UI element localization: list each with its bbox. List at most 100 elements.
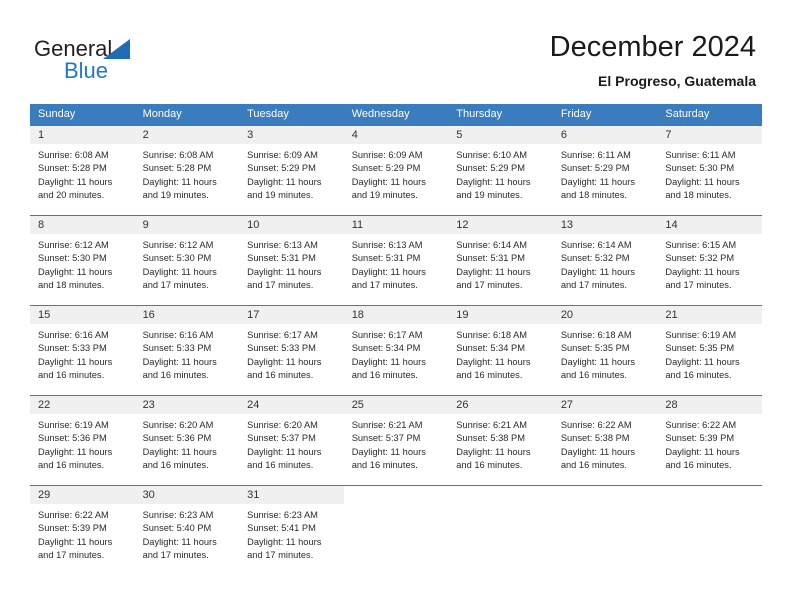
day-details: Sunrise: 6:11 AM Sunset: 5:30 PM Daylight:…	[657, 144, 762, 203]
calendar-week-row: 29 Sunrise: 6:22 AM Sunset: 5:39 PM Dayligh…	[30, 484, 762, 575]
calendar-day-cell[interactable]: 20 Sunrise: 6:18 AM Sunset: 5:35 PM Dayligh…	[552, 304, 658, 395]
day-details: Sunrise: 6:20 AM Sunset: 5:36 PM Daylight:…	[135, 414, 240, 473]
calendar-day-cell[interactable]: 10 Sunrise: 6:13 AM Sunset: 5:31 PM Dayligh…	[239, 214, 344, 305]
calendar-day-cell[interactable]: 3 Sunrise: 6:09 AM Sunset: 5:29 PM Daylight…	[239, 124, 344, 215]
day-number: 29	[30, 485, 135, 504]
day-details: Sunrise: 6:19 AM Sunset: 5:36 PM Daylight:…	[30, 414, 135, 473]
sunrise-text: Sunrise: 6:08 AM	[142, 149, 214, 160]
sunset-text: Sunset: 5:37 PM	[351, 433, 421, 443]
calendar-day-cell[interactable]: 6 Sunrise: 6:11 AM Sunset: 5:29 PM Daylight…	[552, 124, 658, 215]
sunrise-text: Sunrise: 6:14 AM	[456, 239, 528, 250]
day-details: Sunrise: 6:08 AM Sunset: 5:28 PM Daylight:…	[30, 144, 135, 203]
day-details: Sunrise: 6:18 AM Sunset: 5:34 PM Daylight:…	[448, 324, 553, 383]
sunset-text: Sunset: 5:36 PM	[142, 433, 212, 443]
day-number: 6	[552, 125, 658, 144]
sunset-text: Sunset: 5:40 PM	[142, 523, 212, 533]
calendar-day-cell[interactable]: 28 Sunrise: 6:22 AM Sunset: 5:39 PM Dayligh…	[657, 394, 762, 485]
calendar-day-cell[interactable]: 30 Sunrise: 6:23 AM Sunset: 5:40 PM Dayligh…	[134, 484, 240, 575]
day-details: Sunrise: 6:14 AM Sunset: 5:32 PM Daylight:…	[553, 234, 658, 293]
sunrise-text: Sunrise: 6:22 AM	[665, 419, 737, 430]
sunrise-text: Sunrise: 6:09 AM	[351, 149, 423, 160]
sunrise-text: Sunrise: 6:11 AM	[560, 149, 631, 160]
daylight-text-line1: Daylight: 11 hours	[38, 176, 113, 187]
calendar-day-cell[interactable]: 31 Sunrise: 6:23 AM Sunset: 5:41 PM Dayligh…	[239, 484, 344, 575]
calendar-day-cell[interactable]: 29 Sunrise: 6:22 AM Sunset: 5:39 PM Dayligh…	[30, 484, 135, 575]
daylight-text-line1: Daylight: 11 hours	[456, 356, 531, 367]
sunrise-text: Sunrise: 6:21 AM	[456, 419, 528, 430]
day-details: Sunrise: 6:14 AM Sunset: 5:31 PM Daylight:…	[448, 234, 553, 293]
calendar-week-row: 22 Sunrise: 6:19 AM Sunset: 5:36 PM Dayligh…	[30, 394, 762, 485]
daylight-text-line2: and 17 minutes.	[665, 280, 732, 290]
daylight-text-line2: and 16 minutes.	[247, 370, 314, 380]
day-details: Sunrise: 6:17 AM Sunset: 5:33 PM Daylight:…	[239, 324, 344, 383]
calendar-day-cell[interactable]: 19 Sunrise: 6:18 AM Sunset: 5:34 PM Dayligh…	[448, 304, 553, 395]
daylight-text-line2: and 18 minutes.	[38, 280, 105, 290]
day-number: 10	[239, 215, 344, 234]
sunset-text: Sunset: 5:29 PM	[560, 163, 630, 173]
daylight-text-line1: Daylight: 11 hours	[456, 176, 531, 187]
daylight-text-line1: Daylight: 11 hours	[665, 176, 740, 187]
day-number: 2	[134, 125, 240, 144]
calendar-day-cell[interactable]: 21 Sunrise: 6:19 AM Sunset: 5:35 PM Dayligh…	[657, 304, 762, 395]
daylight-text-line2: and 16 minutes.	[456, 370, 523, 380]
daylight-text-line1: Daylight: 11 hours	[247, 266, 322, 277]
daylight-text-line2: and 19 minutes.	[351, 190, 418, 200]
calendar-day-cell[interactable]: 16 Sunrise: 6:16 AM Sunset: 5:33 PM Dayligh…	[134, 304, 240, 395]
brand-logo[interactable]: General Blue	[34, 36, 214, 90]
day-number: 3	[239, 125, 344, 144]
sunrise-text: Sunrise: 6:12 AM	[142, 239, 214, 250]
calendar-empty-cell	[343, 484, 449, 575]
daylight-text-line2: and 16 minutes.	[560, 370, 627, 380]
calendar-day-cell[interactable]: 8 Sunrise: 6:12 AM Sunset: 5:30 PM Daylight…	[30, 214, 135, 305]
calendar-day-cell[interactable]: 17 Sunrise: 6:17 AM Sunset: 5:33 PM Dayligh…	[239, 304, 344, 395]
calendar-day-cell[interactable]: 18 Sunrise: 6:17 AM Sunset: 5:34 PM Dayligh…	[343, 304, 449, 395]
calendar-day-cell[interactable]: 11 Sunrise: 6:13 AM Sunset: 5:31 PM Dayligh…	[343, 214, 449, 305]
calendar-day-cell[interactable]: 2 Sunrise: 6:08 AM Sunset: 5:28 PM Daylight…	[134, 124, 240, 215]
daylight-text-line1: Daylight: 11 hours	[560, 446, 636, 457]
daylight-text-line2: and 16 minutes.	[351, 370, 418, 380]
sunrise-text: Sunrise: 6:15 AM	[665, 239, 737, 250]
daylight-text-line2: and 19 minutes.	[456, 190, 523, 200]
calendar-day-cell[interactable]: 5 Sunrise: 6:10 AM Sunset: 5:29 PM Daylight…	[448, 124, 553, 215]
sunset-text: Sunset: 5:29 PM	[351, 163, 421, 173]
sunrise-text: Sunrise: 6:16 AM	[38, 329, 109, 340]
calendar-day-cell[interactable]: 24 Sunrise: 6:20 AM Sunset: 5:37 PM Dayligh…	[239, 394, 344, 485]
day-details: Sunrise: 6:16 AM Sunset: 5:33 PM Daylight:…	[135, 324, 240, 383]
calendar-day-cell[interactable]: 9 Sunrise: 6:12 AM Sunset: 5:30 PM Daylight…	[134, 214, 240, 305]
daylight-text-line1: Daylight: 11 hours	[560, 266, 636, 277]
daylight-text-line1: Daylight: 11 hours	[665, 446, 740, 457]
calendar-day-cell[interactable]: 25 Sunrise: 6:21 AM Sunset: 5:37 PM Dayligh…	[343, 394, 449, 485]
calendar-day-cell[interactable]: 26 Sunrise: 6:21 AM Sunset: 5:38 PM Dayligh…	[448, 394, 553, 485]
daylight-text-line2: and 17 minutes.	[247, 280, 314, 290]
weekday-header-tuesday: Tuesday	[239, 104, 344, 125]
sunrise-text: Sunrise: 6:19 AM	[665, 329, 737, 340]
daylight-text-line2: and 20 minutes.	[38, 190, 105, 200]
sunset-text: Sunset: 5:38 PM	[456, 433, 525, 443]
day-number: 7	[657, 125, 762, 144]
calendar-day-cell[interactable]: 14 Sunrise: 6:15 AM Sunset: 5:32 PM Dayligh…	[657, 214, 762, 305]
calendar-day-cell[interactable]: 7 Sunrise: 6:11 AM Sunset: 5:30 PM Daylight…	[657, 124, 762, 215]
calendar-page: General Blue December 2024 El Progreso, …	[0, 0, 792, 612]
sunrise-text: Sunrise: 6:18 AM	[560, 329, 632, 340]
daylight-text-line1: Daylight: 11 hours	[142, 176, 217, 187]
sunrise-text: Sunrise: 6:13 AM	[351, 239, 423, 250]
day-number: 9	[134, 215, 240, 234]
day-details: Sunrise: 6:10 AM Sunset: 5:29 PM Daylight:…	[448, 144, 553, 203]
calendar-day-cell[interactable]: 23 Sunrise: 6:20 AM Sunset: 5:36 PM Dayligh…	[134, 394, 240, 485]
calendar-empty-cell	[552, 484, 658, 575]
day-details: Sunrise: 6:13 AM Sunset: 5:31 PM Daylight:…	[344, 234, 449, 293]
day-details: Sunrise: 6:21 AM Sunset: 5:37 PM Daylight:…	[344, 414, 449, 473]
day-details: Sunrise: 6:12 AM Sunset: 5:30 PM Daylight:…	[30, 234, 135, 293]
weekday-header-sunday: Sunday	[30, 104, 135, 125]
sunrise-text: Sunrise: 6:09 AM	[247, 149, 318, 160]
day-number: 30	[134, 485, 240, 504]
calendar-day-cell[interactable]: 15 Sunrise: 6:16 AM Sunset: 5:33 PM Dayligh…	[30, 304, 135, 395]
calendar-day-cell[interactable]: 13 Sunrise: 6:14 AM Sunset: 5:32 PM Dayligh…	[552, 214, 658, 305]
calendar-day-cell[interactable]: 12 Sunrise: 6:14 AM Sunset: 5:31 PM Dayligh…	[448, 214, 553, 305]
sunrise-text: Sunrise: 6:23 AM	[142, 509, 214, 520]
calendar-day-cell[interactable]: 27 Sunrise: 6:22 AM Sunset: 5:38 PM Dayligh…	[552, 394, 658, 485]
calendar-day-cell[interactable]: 22 Sunrise: 6:19 AM Sunset: 5:36 PM Dayligh…	[30, 394, 135, 485]
calendar-day-cell[interactable]: 4 Sunrise: 6:09 AM Sunset: 5:29 PM Daylight…	[343, 124, 449, 215]
calendar-day-cell[interactable]: 1 Sunrise: 6:08 AM Sunset: 5:28 PM Daylight…	[30, 124, 135, 215]
weekday-header-wednesday: Wednesday	[343, 104, 449, 125]
